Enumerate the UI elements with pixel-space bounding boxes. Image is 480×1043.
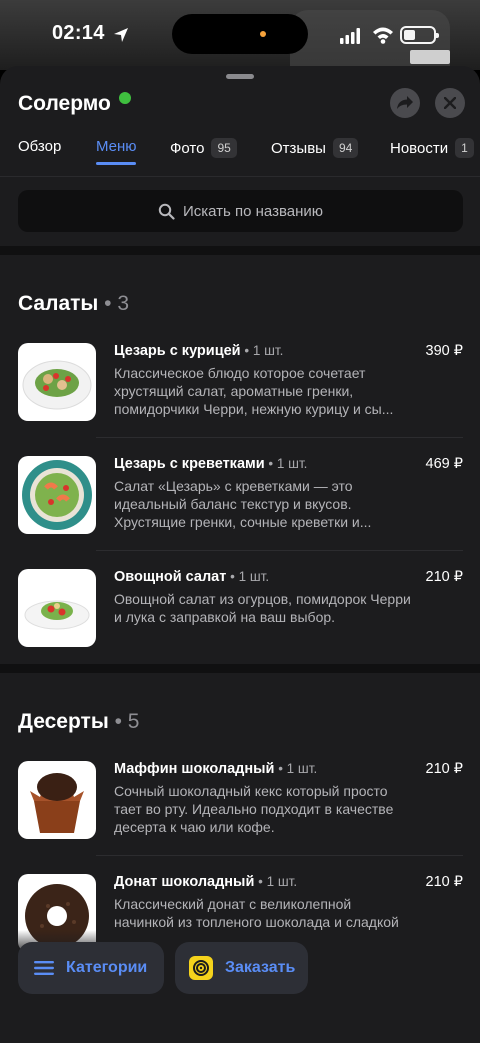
divider <box>96 550 463 551</box>
tab-label: Фото <box>170 139 205 157</box>
section-title-desserts: Десерты • 5 <box>18 710 140 733</box>
divider <box>0 176 480 177</box>
categories-label: Категории <box>66 959 148 976</box>
tab-menu[interactable]: Меню <box>96 138 137 155</box>
tab-overview[interactable]: Обзор <box>18 138 61 155</box>
dish-photo <box>18 343 96 421</box>
dish-description: Классическое блюдо которое сочетает хрус… <box>114 365 394 417</box>
section-title-salads: Салаты • 3 <box>18 292 130 315</box>
dish-price: 390 ₽ <box>425 343 463 359</box>
dish-qty: 1 шт. <box>276 456 308 471</box>
dish-photo <box>18 569 96 647</box>
section-title-text: Десерты <box>18 710 109 733</box>
tab-count-badge: 94 <box>332 138 359 158</box>
dish-name: Маффин шоколадный <box>114 761 275 777</box>
close-icon <box>444 97 456 109</box>
tab-count-badge: 95 <box>211 138 237 158</box>
dish-price: 210 ₽ <box>425 874 463 890</box>
share-button[interactable] <box>390 88 420 118</box>
categories-button[interactable]: Категории <box>18 942 164 994</box>
mic-indicator-icon <box>260 31 266 37</box>
dish-name: Донат шоколадный <box>114 874 255 890</box>
dish-qty: 1 шт. <box>252 343 284 358</box>
divider <box>96 855 463 856</box>
dish-photo <box>18 456 96 534</box>
dish-name: Овощной салат <box>114 569 227 585</box>
order-label: Заказать <box>225 959 296 976</box>
dish-name: Цезарь с курицей <box>114 343 241 359</box>
menu-item[interactable]: Цезарь с курицей • 1 шт. 390 ₽ Классичес… <box>18 343 463 457</box>
tab-news[interactable]: Новости 1 <box>390 138 474 158</box>
menu-item[interactable]: Маффин шоколадный • 1 шт. 210 ₽ Сочный ш… <box>18 761 463 875</box>
dish-price: 210 ₽ <box>425 569 463 585</box>
wifi-icon <box>373 27 393 44</box>
dish-qty: 1 шт. <box>286 761 318 776</box>
dish-name: Цезарь с креветками <box>114 456 265 472</box>
background-photo-plate <box>410 50 450 64</box>
dish-photo <box>18 761 96 839</box>
dish-description: Салат «Цезарь» с креветками — это идеаль… <box>114 478 372 530</box>
header: Солермо <box>18 92 131 116</box>
tab-count-badge: 1 <box>455 138 474 158</box>
active-tab-indicator <box>96 162 136 165</box>
close-button[interactable] <box>435 88 465 118</box>
sheet-grabber[interactable] <box>226 74 254 79</box>
battery-icon <box>400 26 439 44</box>
dish-description: Классический донат с великолепной начинк… <box>114 896 399 930</box>
section-title-text: Салаты <box>18 292 99 315</box>
dish-description: Сочный шоколадный кекс который просто та… <box>114 783 394 835</box>
order-button[interactable]: Заказать <box>175 942 308 994</box>
section-count: 5 <box>127 710 140 733</box>
place-title: Солермо <box>18 92 111 115</box>
status-bar: 02:14 <box>0 0 480 70</box>
tab-photos[interactable]: Фото 95 <box>170 138 237 158</box>
menu-item[interactable]: Цезарь с креветками • 1 шт. 469 ₽ Салат … <box>18 456 463 570</box>
tab-label: Меню <box>96 138 137 155</box>
dish-qty: 1 шт. <box>238 569 270 584</box>
divider <box>96 437 463 438</box>
section-count: 3 <box>117 292 130 315</box>
dish-qty: 1 шт. <box>266 874 298 889</box>
tab-label: Обзор <box>18 138 62 155</box>
dish-price: 469 ₽ <box>425 456 463 472</box>
search-icon <box>158 203 175 220</box>
dish-price: 210 ₽ <box>425 761 463 777</box>
status-time: 02:14 <box>52 22 105 44</box>
place-sheet: Солермо Обзор Меню Фото 95 Отзывы 94 Нов… <box>0 66 480 1043</box>
menu-lines-icon <box>34 961 54 975</box>
section-gap <box>0 246 480 255</box>
tab-label: Отзывы <box>271 139 326 157</box>
tab-reviews[interactable]: Отзывы 94 <box>271 138 359 158</box>
tab-label: Новости <box>390 139 449 157</box>
cellular-signal-icon <box>340 28 360 44</box>
order-service-icon <box>189 956 213 980</box>
tab-bar: Обзор Меню Фото 95 Отзывы 94 Новости 1 <box>0 136 480 176</box>
dish-description: Овощной салат из огурцов, помидорок Черр… <box>114 591 411 625</box>
verified-badge-icon <box>118 92 131 104</box>
share-arrow-icon <box>397 96 413 109</box>
menu-search-input[interactable]: Искать по названию <box>18 190 463 232</box>
location-arrow-icon <box>114 28 128 42</box>
search-placeholder: Искать по названию <box>182 202 324 220</box>
section-gap <box>0 664 480 673</box>
dynamic-island <box>172 14 308 54</box>
